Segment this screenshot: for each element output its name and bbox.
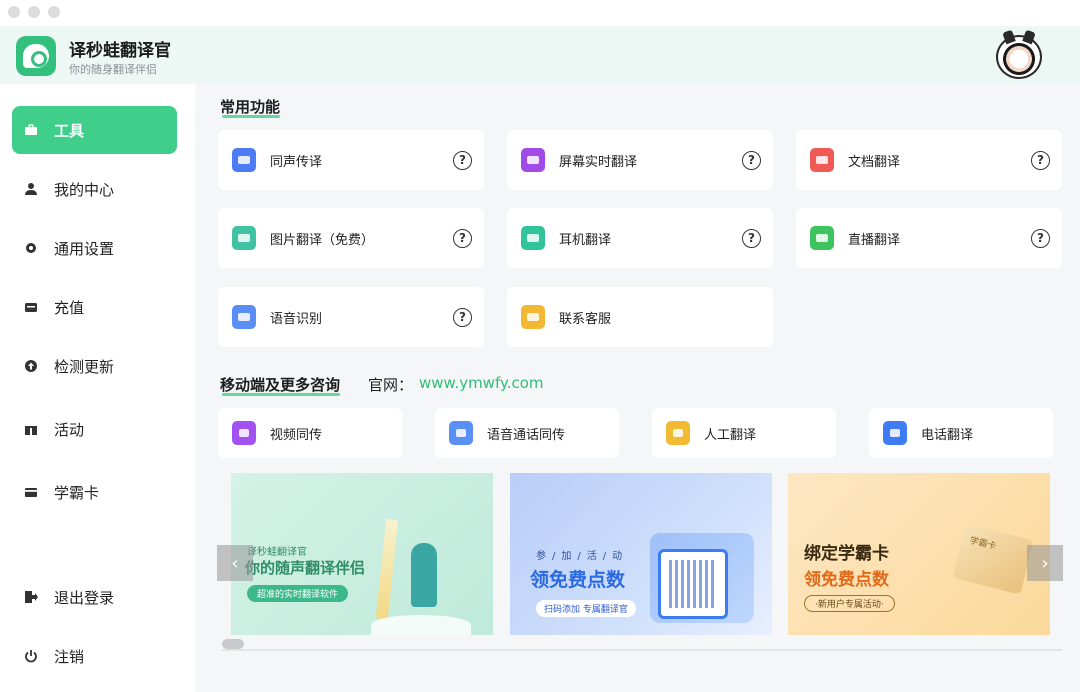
banner-free-points[interactable]: 参/加/活/动 领免费点数 扫码添加 专属翻译官 (510, 473, 772, 635)
sidebar-item-check-update[interactable]: 检测更新 (12, 342, 177, 390)
screen-icon (521, 148, 545, 172)
card-voice-call-interpretation[interactable]: 语音通话同传 (435, 408, 619, 458)
wallet-icon (24, 300, 38, 314)
card-document-translation[interactable]: 文档翻译 ? (796, 130, 1062, 190)
sidebar-item-label: 退出登录 (54, 588, 115, 607)
sidebar-item-my-center[interactable]: 我的中心 (12, 165, 177, 213)
card-live-translation[interactable]: 直播翻译 ? (796, 208, 1062, 268)
card-phone-translation[interactable]: 电话翻译 (869, 408, 1053, 458)
card-human-translation[interactable]: 人工翻译 (652, 408, 836, 458)
card-simultaneous-interpretation[interactable]: 同声传译 ? (218, 130, 484, 190)
user-icon (24, 182, 38, 196)
maximize-window-button[interactable] (48, 6, 60, 18)
carousel-prev-button[interactable]: ‹ (217, 545, 253, 581)
gear-icon (24, 241, 38, 255)
banner-app-intro[interactable]: 译秒蛙翻译官 你的随声翻译伴侣 超准的实时翻译软件 (231, 473, 493, 635)
card-screen-translation[interactable]: 屏幕实时翻译 ? (507, 130, 773, 190)
gift-icon (24, 422, 38, 436)
banner-headline: 你的随声翻译伴侣 (245, 559, 366, 577)
sidebar-item-label: 我的中心 (54, 180, 115, 199)
user-avatar[interactable] (996, 35, 1042, 79)
card-headset-translation[interactable]: 耳机翻译 ? (507, 208, 773, 268)
power-icon (24, 649, 38, 663)
banner-headline: 绑定学霸卡 (804, 544, 889, 564)
minimize-window-button[interactable] (28, 6, 40, 18)
sidebar-item-activity[interactable]: 活动 (12, 405, 177, 453)
app-logo-icon (16, 36, 56, 76)
banner-tagline: ·新用户专属活动· (804, 595, 895, 612)
window-titlebar (0, 0, 1080, 26)
horizontal-scroll-track (222, 649, 1062, 651)
horizontal-scrollbar-thumb[interactable] (222, 639, 244, 649)
sidebar-item-label: 注销 (54, 647, 85, 666)
help-icon[interactable]: ? (742, 151, 761, 170)
voice-recognition-icon (232, 305, 256, 329)
sidebar-item-study-card[interactable]: 学霸卡 (12, 468, 177, 516)
pencil-illustration (375, 518, 399, 620)
help-icon[interactable]: ? (453, 229, 472, 248)
banner-small-text: 译秒蛙翻译官 (247, 547, 307, 558)
headphones-icon (521, 226, 545, 250)
sidebar-item-tools[interactable]: 工具 (12, 106, 177, 154)
sidebar-item-label: 活动 (54, 420, 85, 439)
live-tv-icon (810, 226, 834, 250)
card-icon (24, 485, 38, 499)
study-card-illustration: 学霸卡 (952, 523, 1034, 595)
video-play-icon (232, 421, 256, 445)
sidebar-item-logout[interactable]: 退出登录 (12, 573, 177, 621)
banner-study-card[interactable]: 学霸卡 绑定学霸卡 领免费点数 ·新用户专属活动· (788, 473, 1050, 635)
person-illustration (411, 543, 437, 607)
carousel-next-button[interactable]: › (1027, 545, 1063, 581)
upload-circle-icon (24, 359, 38, 373)
human-translator-icon (666, 421, 690, 445)
card-speech-recognition[interactable]: 语音识别 ? (218, 287, 484, 347)
banner-tagline: 超准的实时翻译软件 (247, 585, 349, 602)
close-window-button[interactable] (8, 6, 20, 18)
sidebar-item-label: 学霸卡 (54, 483, 100, 502)
toolbox-icon (24, 123, 38, 137)
sidebar-item-label: 通用设置 (54, 239, 115, 258)
qr-code (658, 549, 728, 619)
banner-tagline: 扫码添加 专属翻译官 (536, 600, 636, 617)
banner-headline: 领免费点数 (530, 569, 626, 591)
sidebar-item-recharge[interactable]: 充值 (12, 283, 177, 331)
document-icon (810, 148, 834, 172)
help-icon[interactable]: ? (453, 308, 472, 327)
phone-icon (883, 421, 907, 445)
interpretation-icon (232, 148, 256, 172)
website-link[interactable]: www.ymwfy.com (419, 374, 544, 392)
help-icon[interactable]: ? (742, 229, 761, 248)
image-icon (232, 226, 256, 250)
card-video-interpretation[interactable]: 视频同传 (218, 408, 402, 458)
banner-subheadline: 领免费点数 (804, 570, 889, 590)
sidebar-item-label: 检测更新 (54, 357, 115, 376)
card-image-translation[interactable]: 图片翻译（免费） ? (218, 208, 484, 268)
sidebar-item-cancel-account[interactable]: 注销 (12, 632, 177, 680)
card-customer-service[interactable]: 联系客服 (507, 287, 773, 347)
help-icon[interactable]: ? (1031, 151, 1050, 170)
book-illustration (371, 615, 471, 635)
sidebar-item-settings[interactable]: 通用设置 (12, 224, 177, 272)
mobile-section-title: 移动端及更多咨询 (220, 376, 341, 394)
help-icon[interactable]: ? (453, 151, 472, 170)
sidebar-item-label: 充值 (54, 298, 85, 317)
app-subtitle: 你的随身翻译伴侣 (69, 63, 157, 76)
common-functions-title: 常用功能 (220, 98, 281, 116)
sidebar-item-label: 工具 (54, 121, 85, 140)
sidebar: 工具 我的中心 通用设置 充值 检测更新 活动 学霸卡 退出登录 注销 (0, 84, 195, 692)
banner-small-text: 参/加/活/动 (536, 551, 629, 562)
headset-service-icon (521, 305, 545, 329)
voice-call-icon (449, 421, 473, 445)
website-label: 官网： (368, 376, 414, 394)
app-title: 译秒蛙翻译官 (69, 41, 171, 61)
logout-icon (24, 590, 38, 604)
help-icon[interactable]: ? (1031, 229, 1050, 248)
